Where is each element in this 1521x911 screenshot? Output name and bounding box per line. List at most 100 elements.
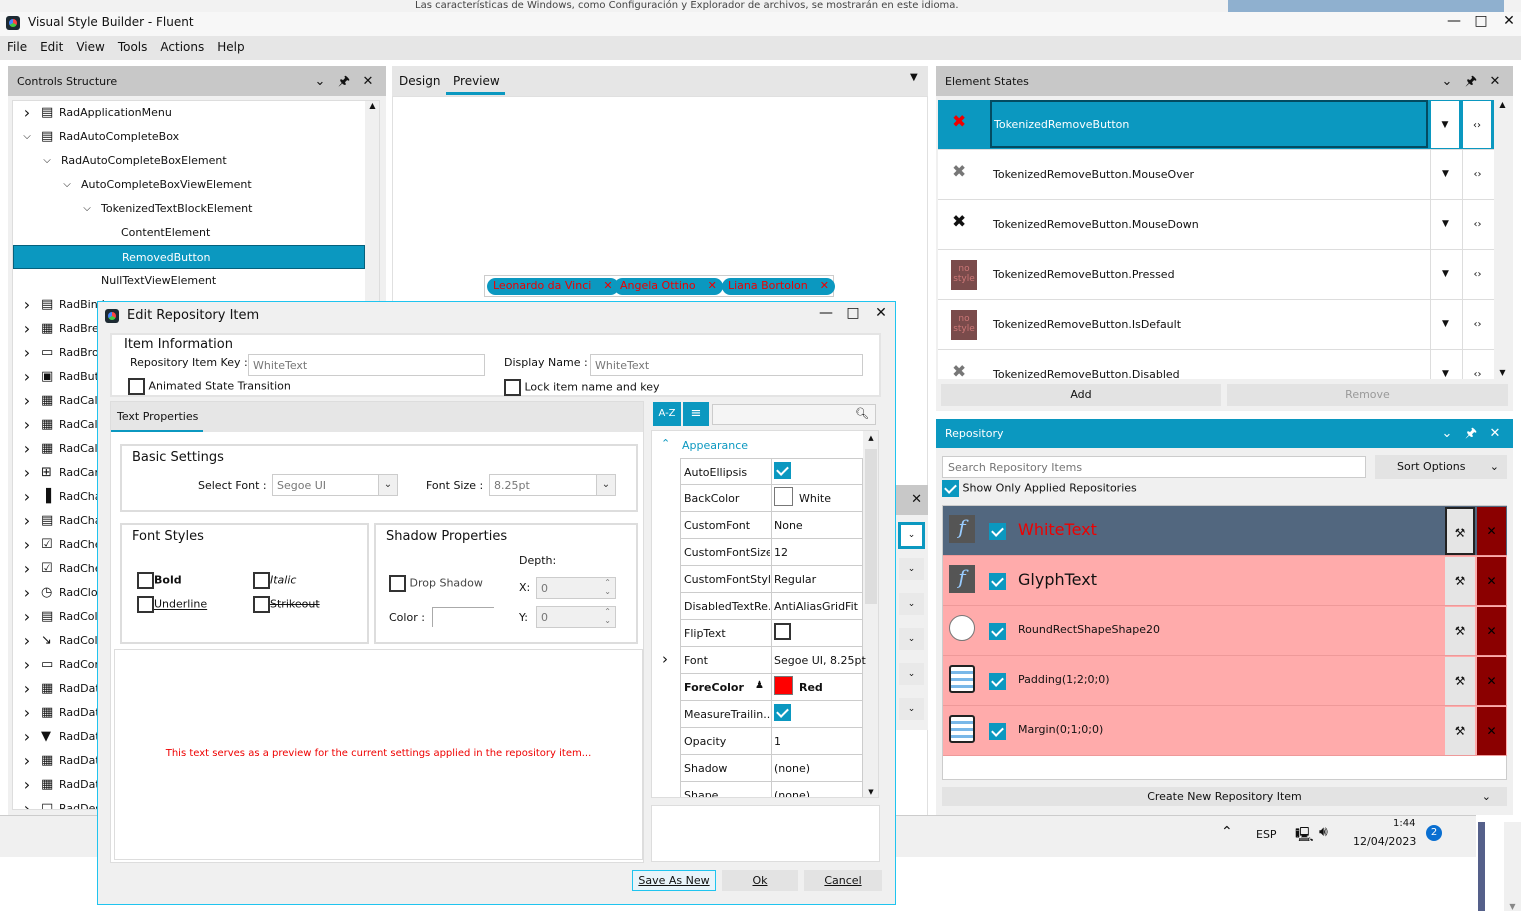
property-row[interactable]: AutoEllipsis: [680, 458, 863, 485]
strikeout-checkbox[interactable]: Strikeout: [253, 596, 320, 613]
chevron-down-icon[interactable]: ⌄: [308, 74, 332, 89]
tab-preview[interactable]: Preview: [453, 74, 500, 88]
remove-token-icon[interactable]: ✕: [603, 279, 612, 292]
chevron-up-icon[interactable]: ⌃: [1221, 824, 1233, 840]
chevron-right-icon[interactable]: ›: [21, 629, 33, 653]
repository-item-row[interactable]: f WhiteText ⚒ ✕: [943, 506, 1507, 556]
tree-item[interactable]: RemovedButton: [13, 245, 365, 269]
bold-checkbox[interactable]: Bold: [137, 572, 182, 589]
applied-checkbox[interactable]: [989, 723, 1006, 740]
chevron-right-icon[interactable]: ›: [21, 749, 33, 773]
edit-icon[interactable]: ⚒: [1445, 507, 1475, 555]
applied-checkbox[interactable]: [989, 673, 1006, 690]
chevron-down-icon[interactable]: ⌵: [41, 149, 53, 173]
cancel-button[interactable]: Cancel: [804, 870, 882, 891]
sort-alphabetical-button[interactable]: A-Z: [653, 402, 681, 426]
remove-icon[interactable]: ✕: [1477, 557, 1506, 605]
tree-item[interactable]: ⌵ TokenizedTextBlockElement: [13, 197, 365, 221]
chevron-down-icon[interactable]: ▼: [1430, 150, 1460, 199]
clock-time[interactable]: 1:44: [1393, 818, 1415, 829]
edit-icon[interactable]: ⚒: [1445, 557, 1475, 605]
element-state-row[interactable]: ✖ TokenizedRemoveButton ▼ ‹›: [938, 100, 1494, 150]
shadow-y-stepper[interactable]: 0 ⌃ ⌄: [536, 606, 616, 628]
property-row[interactable]: Opacity 1: [680, 728, 863, 755]
property-value[interactable]: 12: [771, 539, 864, 565]
element-state-row[interactable]: no style TokenizedRemoveButton.Pressed ▼ ‹›: [938, 250, 1494, 300]
notification-badge[interactable]: 2: [1426, 825, 1442, 841]
chevron-right-icon[interactable]: ›: [21, 101, 33, 125]
language-indicator[interactable]: ESP: [1256, 828, 1277, 841]
chevron-down-icon[interactable]: ▼: [1430, 300, 1460, 349]
reset-icon[interactable]: ‹›: [1462, 100, 1492, 149]
property-row[interactable]: MeasureTrailin...: [680, 701, 863, 728]
close-icon[interactable]: ✕: [1483, 74, 1507, 89]
minimize-button[interactable]: —: [1444, 13, 1464, 29]
tree-item[interactable]: ⌵ AutoCompleteBoxViewElement: [13, 173, 365, 197]
create-new-repository-item-button[interactable]: Create New Repository Item ⌄: [942, 787, 1507, 806]
chevron-down-icon[interactable]: ⌵: [21, 125, 33, 149]
chevron-down-icon[interactable]: ▼: [1430, 250, 1460, 299]
minimize-button[interactable]: —: [816, 305, 836, 321]
property-value[interactable]: Regular: [771, 566, 864, 592]
property-row[interactable]: ForeColor ♟ Red: [680, 674, 863, 701]
chevron-right-icon[interactable]: ›: [21, 341, 33, 365]
states-scrollbar[interactable]: ▲ ▼: [1494, 100, 1511, 379]
reset-icon[interactable]: ‹›: [1462, 300, 1492, 349]
drop-shadow-checkbox[interactable]: Drop Shadow: [389, 575, 483, 592]
lock-item-checkbox[interactable]: Lock item name and key: [504, 379, 660, 396]
animated-state-checkbox[interactable]: Animated State Transition: [128, 378, 291, 395]
repository-key-input[interactable]: WhiteText: [248, 354, 485, 376]
tree-item[interactable]: ⌵ RadAutoCompleteBoxElement: [13, 149, 365, 173]
italic-checkbox[interactable]: Italic: [253, 572, 296, 589]
repository-search-input[interactable]: [942, 456, 1366, 478]
close-button[interactable]: ✕: [1499, 13, 1519, 29]
tree-item[interactable]: NullTextViewElement: [13, 269, 365, 293]
repository-item-row[interactable]: RoundRectShapeShape20 ⚒ ✕: [943, 606, 1507, 656]
close-icon[interactable]: ✕: [895, 485, 928, 515]
chevron-right-icon[interactable]: ›: [21, 317, 33, 341]
reset-icon[interactable]: ‹›: [1462, 350, 1492, 379]
property-value[interactable]: [771, 620, 864, 646]
chevron-down-icon[interactable]: ⌄: [1435, 426, 1459, 441]
chevron-right-icon[interactable]: ›: [21, 797, 33, 809]
element-state-row[interactable]: no style TokenizedRemoveButton.IsDefault ▼…: [938, 300, 1494, 350]
menu-tools[interactable]: Tools: [111, 36, 154, 54]
property-value[interactable]: (none): [771, 755, 864, 781]
add-state-button[interactable]: Add: [941, 384, 1221, 406]
clock-date[interactable]: 12/04/2023: [1353, 835, 1416, 848]
property-value[interactable]: Red: [771, 674, 864, 700]
volume-icon[interactable]: 🔊︎: [1319, 824, 1328, 840]
remove-icon[interactable]: ✕: [1477, 707, 1506, 755]
property-value[interactable]: [771, 459, 864, 485]
token-chip[interactable]: Angela Ottino ✕: [614, 278, 723, 295]
edit-icon[interactable]: ⚒: [1445, 707, 1475, 755]
tree-item[interactable]: › ▤ RadApplicationMenu: [13, 101, 365, 125]
applied-checkbox[interactable]: [989, 523, 1006, 540]
maximize-button[interactable]: □: [1471, 13, 1491, 29]
chevron-right-icon[interactable]: ›: [21, 461, 33, 485]
chevron-down-icon[interactable]: ⌵: [81, 197, 93, 221]
remove-icon[interactable]: ✕: [1477, 607, 1506, 655]
reset-icon[interactable]: ‹›: [1462, 250, 1492, 299]
chevron-right-icon[interactable]: ›: [21, 365, 33, 389]
property-search-input[interactable]: 🔍︎: [712, 404, 876, 425]
chevron-right-icon[interactable]: ›: [21, 437, 33, 461]
chevron-right-icon[interactable]: ›: [662, 650, 668, 668]
applied-checkbox[interactable]: [989, 623, 1006, 640]
element-state-row[interactable]: ✖ TokenizedRemoveButton.Disabled ▼ ‹›: [938, 350, 1494, 379]
chevron-right-icon[interactable]: ›: [21, 653, 33, 677]
element-state-row[interactable]: ✖ TokenizedRemoveButton.MouseDown ▼ ‹›: [938, 200, 1494, 250]
menu-actions[interactable]: Actions: [153, 36, 210, 54]
chevron-down-icon[interactable]: ⌄: [1435, 74, 1459, 89]
pin-icon[interactable]: 🖈︎: [1459, 424, 1483, 446]
property-row[interactable]: DisabledTextRe... AntiAliasGridFit: [680, 593, 863, 620]
property-row[interactable]: FlipText: [680, 620, 863, 647]
remove-state-button[interactable]: Remove: [1227, 384, 1508, 406]
shadow-x-stepper[interactable]: 0 ⌃ ⌄: [536, 577, 616, 599]
font-select[interactable]: Segoe UI ⌄: [272, 474, 398, 496]
edit-icon[interactable]: ⚒: [1445, 607, 1475, 655]
chevron-right-icon[interactable]: ›: [21, 485, 33, 509]
chevron-down-icon[interactable]: ▼: [1430, 350, 1460, 379]
page-scrollbar[interactable]: ▼: [1504, 822, 1521, 911]
chevron-right-icon[interactable]: ›: [21, 725, 33, 749]
